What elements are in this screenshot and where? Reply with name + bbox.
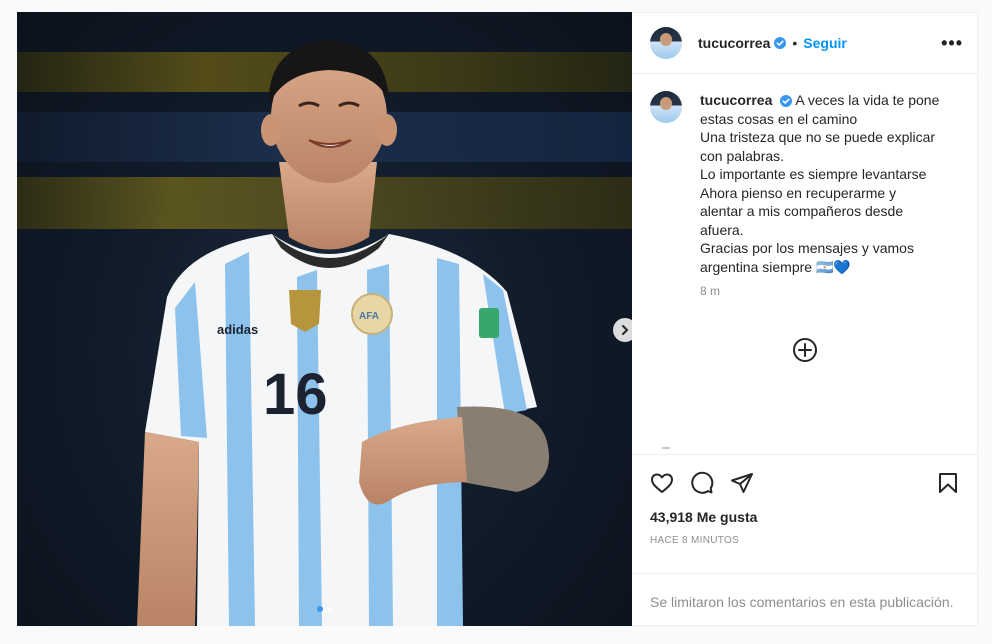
more-options-button[interactable]: •••	[941, 34, 963, 52]
follow-button[interactable]: Seguir	[803, 35, 847, 51]
caption-line: Una tristeza que no se puede explicar	[700, 129, 936, 145]
post-sidebar: tucucorrea • Seguir ••• tucucorrea A vec…	[632, 12, 978, 626]
action-bar: 43,918 Me gusta HACE 8 MINUTOS	[632, 454, 978, 584]
paper-plane-icon[interactable]	[730, 471, 754, 495]
comments-limited-notice: Se limitaron los comentarios en esta pub…	[632, 573, 978, 627]
verified-badge-icon	[780, 95, 793, 108]
caption-line: A veces la vida te pone	[795, 92, 940, 108]
separator-dot: •	[792, 35, 798, 51]
post-timestamp[interactable]: HACE 8 MINUTOS	[650, 535, 960, 546]
caption-line: con palabras.	[700, 147, 785, 164]
caption-line: alentar a mis compañeros desde	[700, 203, 904, 219]
caption-username[interactable]: tucucorrea	[700, 92, 772, 108]
caption-line: argentina siempre 🇦🇷💙	[700, 258, 851, 275]
caption-line: estas cosas en el camino	[700, 110, 858, 127]
action-icons	[650, 469, 960, 497]
caption-text: tucucorrea A veces la vida te pone estas…	[700, 91, 964, 276]
caption: tucucorrea A veces la vida te pone estas…	[650, 91, 964, 276]
next-media-button[interactable]	[613, 318, 632, 342]
player-photo: 16 adidas AFA	[137, 40, 549, 626]
jersey-crest: AFA	[359, 311, 379, 322]
instagram-post-window: 16 adidas AFA tucucorrea • Seguir ••• tu…	[0, 0, 992, 644]
caption-avatar[interactable]	[650, 91, 682, 123]
verified-badge-icon	[774, 37, 787, 49]
caption-line: Ahora pienso en recuperarme y	[700, 184, 897, 201]
caption-line: afuera.	[700, 221, 744, 238]
like-count[interactable]: 43,918 Me gusta	[650, 509, 960, 525]
comment-bubble-icon[interactable]	[690, 471, 714, 495]
pagination-dot-active	[317, 606, 323, 612]
bookmark-icon[interactable]	[936, 471, 960, 495]
chevron-right-icon	[622, 325, 629, 335]
caption-area: tucucorrea A veces la vida te pone estas…	[632, 75, 978, 453]
username-link[interactable]: tucucorrea	[698, 35, 770, 51]
jersey-brand: adidas	[217, 322, 258, 337]
jersey-number: 16	[263, 362, 328, 427]
plus-circle-icon[interactable]	[792, 337, 818, 363]
caption-line: Gracias por los mensajes y vamos	[700, 240, 914, 256]
heart-icon[interactable]	[650, 471, 674, 495]
post-media: 16 adidas AFA	[17, 12, 632, 626]
pagination-dot	[327, 606, 333, 612]
post-header: tucucorrea • Seguir •••	[632, 13, 977, 74]
scroll-hint	[662, 447, 670, 449]
avatar[interactable]	[650, 27, 682, 59]
caption-line: Lo importante es siempre levantarse	[700, 166, 927, 182]
media-pagination	[317, 606, 333, 612]
caption-timestamp: 8 m	[700, 284, 721, 298]
